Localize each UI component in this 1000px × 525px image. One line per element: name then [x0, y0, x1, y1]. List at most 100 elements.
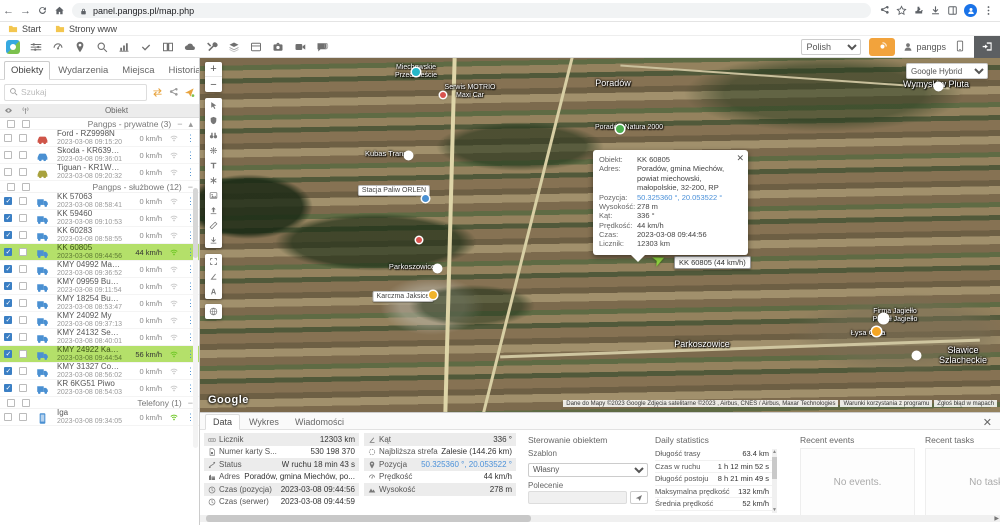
- image-icon[interactable]: [205, 188, 222, 203]
- object-row[interactable]: KMY 31327 Combo Pat...2023-03-08 08:56:0…: [0, 363, 199, 380]
- object-visibility-checkbox[interactable]: [4, 316, 12, 324]
- object-row[interactable]: KMY 04992 Mateusz2023-03-08 09:36:520 km…: [0, 261, 199, 278]
- object-follow-checkbox[interactable]: [19, 248, 27, 256]
- object-row[interactable]: KK 570632023-03-08 08:58:410 km/h⋮: [0, 193, 199, 210]
- sidebar-tab-miejsca[interactable]: Miejsca: [116, 62, 160, 79]
- gear-icon[interactable]: [205, 143, 222, 158]
- object-follow-checkbox[interactable]: [19, 316, 27, 324]
- popup-row-value[interactable]: 50.325360 °, 20.053522 °: [637, 193, 722, 202]
- ruler-icon[interactable]: [205, 218, 222, 233]
- popup-close-icon[interactable]: ✕: [736, 153, 744, 164]
- map-poi-marker[interactable]: [616, 125, 624, 133]
- share-objects-icon[interactable]: [168, 86, 179, 98]
- address-bar[interactable]: panel.pangps.pl/map.php: [72, 3, 871, 18]
- object-follow-checkbox[interactable]: [19, 214, 27, 222]
- sidebar-tab-wydarzenia[interactable]: Wydarzenia: [52, 62, 114, 79]
- object-visibility-checkbox[interactable]: [4, 168, 12, 176]
- template-select[interactable]: Własny: [528, 463, 648, 477]
- map-poi-marker[interactable]: [872, 327, 881, 336]
- object-follow-checkbox[interactable]: [19, 168, 27, 176]
- object-follow-checkbox[interactable]: [19, 265, 27, 273]
- group-header[interactable]: Pangps - służbowe (12)−: [0, 181, 199, 193]
- object-follow-checkbox[interactable]: [19, 367, 27, 375]
- object-follow-checkbox[interactable]: [19, 333, 27, 341]
- logout-button[interactable]: [974, 36, 1000, 58]
- browser-menu-icon[interactable]: [983, 2, 994, 20]
- object-follow-checkbox[interactable]: [19, 350, 27, 358]
- map-poi-marker[interactable]: [429, 291, 437, 299]
- directory-icon[interactable]: [162, 41, 174, 53]
- object-visibility-checkbox[interactable]: [4, 151, 12, 159]
- upload-icon[interactable]: [205, 203, 222, 218]
- object-follow-checkbox[interactable]: [19, 197, 27, 205]
- command-input[interactable]: [528, 491, 627, 504]
- object-visibility-checkbox[interactable]: [4, 197, 12, 205]
- object-follow-checkbox[interactable]: [19, 134, 27, 142]
- refresh-objects-icon[interactable]: [152, 86, 163, 98]
- object-visibility-checkbox[interactable]: [4, 299, 12, 307]
- object-row[interactable]: KMY 24132 Seba.2023-03-08 08:40:010 km/h…: [0, 329, 199, 346]
- forward-icon[interactable]: →: [17, 5, 34, 17]
- object-menu-icon[interactable]: ⋮: [186, 133, 195, 144]
- object-row[interactable]: Skoda - KR639KE2023-03-08 09:36:010 km/h…: [0, 147, 199, 164]
- object-visibility-checkbox[interactable]: [4, 384, 12, 392]
- object-follow-checkbox[interactable]: [19, 231, 27, 239]
- object-row[interactable]: KR 6KG51 Piwo2023-03-08 08:54:030 km/h⋮: [0, 380, 199, 397]
- fullscreen-icon[interactable]: [205, 254, 222, 269]
- sidebar-tab-historia[interactable]: Historia: [163, 62, 201, 79]
- daily-scrollbar[interactable]: ▲▼: [772, 449, 777, 513]
- object-visibility-checkbox[interactable]: [4, 248, 12, 256]
- object-menu-icon[interactable]: ⋮: [186, 167, 195, 178]
- group-visibility-checkbox[interactable]: [7, 183, 15, 191]
- group-header[interactable]: Pangps - prywatne (3)−▴: [0, 118, 199, 130]
- object-row[interactable]: KMY 24092 My2023-03-08 09:37:130 km/h⋮: [0, 312, 199, 329]
- detail-value[interactable]: 50.325360 °, 20.053522 °: [421, 460, 512, 469]
- text-icon[interactable]: [205, 158, 222, 173]
- map-poi-marker[interactable]: [434, 265, 441, 272]
- object-row[interactable]: KK 602832023-03-08 08:58:550 km/h⋮: [0, 227, 199, 244]
- back-icon[interactable]: ←: [0, 5, 17, 17]
- search-icon[interactable]: [96, 41, 108, 53]
- visibility-icon[interactable]: [4, 106, 13, 115]
- label-icon[interactable]: [205, 284, 222, 299]
- map-poi-marker[interactable]: [416, 237, 422, 243]
- angle-icon[interactable]: [205, 269, 222, 284]
- sidebar-tab-obiekty[interactable]: Obiekty: [4, 61, 50, 80]
- group-collapse-all-icon[interactable]: ▴: [188, 120, 193, 128]
- globe-icon[interactable]: [205, 304, 222, 319]
- alert-button[interactable]: [869, 38, 895, 56]
- cursor-icon[interactable]: [205, 98, 222, 113]
- places-icon[interactable]: [74, 41, 86, 53]
- object-visibility-checkbox[interactable]: [4, 134, 12, 142]
- attribution-link[interactable]: Zgłoś błąd w mapach: [934, 400, 997, 407]
- mobile-app-button[interactable]: [954, 38, 966, 56]
- group-header[interactable]: Telefony (1)−: [0, 397, 199, 409]
- map-poi-marker[interactable]: [412, 68, 420, 76]
- object-visibility-checkbox[interactable]: [4, 413, 12, 421]
- zoom-out-button[interactable]: −: [205, 77, 222, 92]
- shield-icon[interactable]: [205, 113, 222, 128]
- language-select[interactable]: Polish: [801, 39, 861, 55]
- attribution-link[interactable]: Warunki korzystania z programu: [840, 400, 932, 407]
- download-icon[interactable]: [205, 233, 222, 248]
- filters-icon[interactable]: [30, 41, 42, 53]
- tracking-icon[interactable]: [21, 106, 30, 115]
- object-row[interactable]: KMY 18254 Bus 3os.2023-03-08 08:53:470 k…: [0, 295, 199, 312]
- group-follow-checkbox[interactable]: [22, 120, 30, 128]
- object-visibility-checkbox[interactable]: [4, 265, 12, 273]
- asterisk-icon[interactable]: [205, 173, 222, 188]
- tab-search-icon[interactable]: [947, 2, 958, 20]
- app-logo[interactable]: [6, 40, 20, 54]
- object-follow-checkbox[interactable]: [19, 384, 27, 392]
- map-poi-marker[interactable]: [935, 83, 942, 90]
- sidebar-scrollbar[interactable]: [193, 188, 198, 448]
- object-row[interactable]: KMY 24922 Kacper2023-03-08 09:44:5456 km…: [0, 346, 199, 363]
- follow-object-icon[interactable]: [184, 86, 195, 98]
- downloads-icon[interactable]: [930, 2, 941, 20]
- home-icon[interactable]: [51, 5, 68, 17]
- object-visibility-checkbox[interactable]: [4, 367, 12, 375]
- bottom-tab-data[interactable]: Data: [205, 414, 240, 430]
- map-poi-marker[interactable]: [440, 92, 446, 98]
- share-icon[interactable]: [879, 2, 890, 20]
- map-poi-marker[interactable]: [405, 152, 412, 159]
